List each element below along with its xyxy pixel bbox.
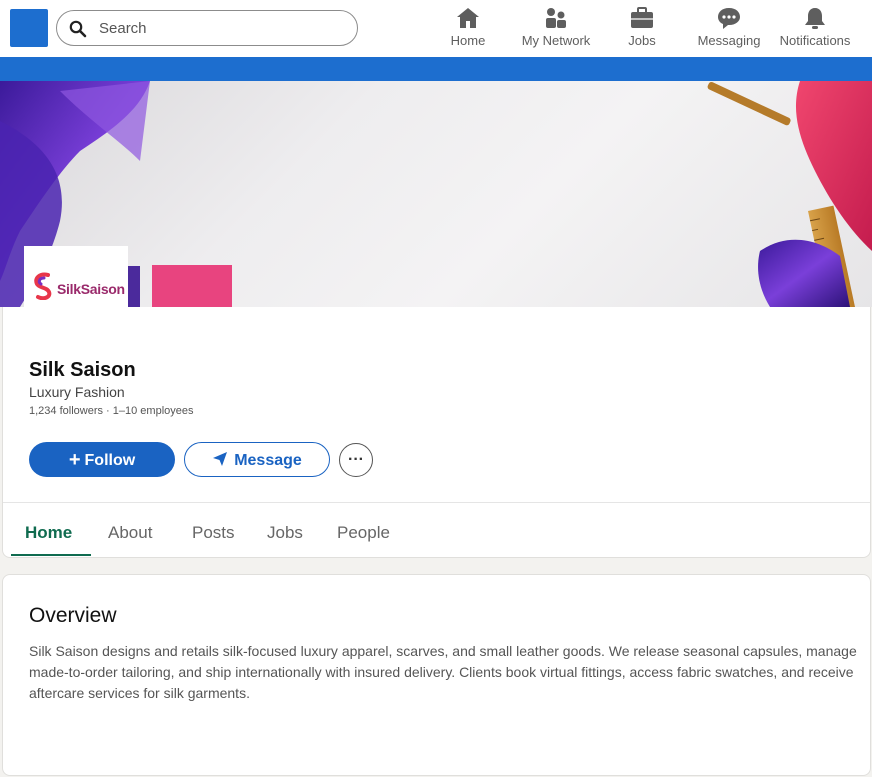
- company-logo[interactable]: SilkSaison: [24, 246, 128, 308]
- company-profile-card: Silk Saison Luxury Fashion 1,234 followe…: [2, 307, 871, 558]
- company-name: Silk Saison: [29, 359, 136, 381]
- nav-jobs-label: Jobs: [628, 33, 656, 48]
- nav-notifications[interactable]: Notifications: [776, 6, 854, 52]
- message-label: Message: [234, 452, 302, 469]
- search-input[interactable]: [99, 17, 339, 39]
- plus-icon: +: [68, 449, 81, 471]
- top-navigation: Home My Network Jobs Messaging: [0, 0, 872, 57]
- company-meta: 1,234 followers · 1–10 employees: [29, 405, 194, 417]
- tab-jobs[interactable]: Jobs: [267, 523, 303, 543]
- more-options-button[interactable]: ···: [339, 443, 373, 477]
- nav-my-network[interactable]: My Network: [518, 6, 594, 52]
- tab-people[interactable]: People: [337, 523, 390, 543]
- app-logo[interactable]: [10, 9, 48, 47]
- search-box[interactable]: [56, 10, 358, 46]
- follow-label: Follow: [84, 452, 136, 469]
- tab-posts[interactable]: Posts: [192, 523, 235, 543]
- card-divider: [3, 502, 870, 503]
- nav-jobs[interactable]: Jobs: [622, 6, 662, 52]
- nav-my-network-label: My Network: [521, 33, 591, 48]
- cover-image: [0, 81, 872, 307]
- brand-bar: [0, 57, 872, 81]
- nav-home[interactable]: Home: [448, 6, 488, 52]
- tab-about[interactable]: About: [108, 523, 152, 543]
- nav-messaging-label: Messaging: [697, 33, 761, 48]
- bell-icon: [805, 8, 825, 29]
- nav-notifications-label: Notifications: [779, 33, 851, 48]
- active-tab-indicator: [11, 554, 91, 556]
- cover-banner: [0, 81, 872, 307]
- more-icon: ···: [348, 451, 364, 468]
- nav-home-label: Home: [450, 33, 486, 48]
- send-icon: [213, 452, 228, 466]
- briefcase-icon: [631, 7, 653, 28]
- company-tagline: Luxury Fashion: [29, 384, 125, 400]
- nav-messaging[interactable]: Messaging: [696, 6, 762, 52]
- company-logo-text: SilkSaison: [57, 281, 125, 297]
- tab-home[interactable]: Home: [25, 523, 72, 543]
- silk-swirl-icon: [34, 272, 52, 300]
- follow-button[interactable]: + Follow: [29, 442, 175, 477]
- chat-icon: [718, 8, 740, 29]
- search-icon: [69, 20, 87, 38]
- overview-title: Overview: [29, 604, 117, 627]
- network-icon: [546, 8, 566, 28]
- overview-section: Overview Silk Saison designs and retails…: [2, 574, 871, 776]
- overview-text: Silk Saison designs and retails silk-foc…: [29, 643, 857, 701]
- home-icon: [457, 8, 479, 28]
- message-button[interactable]: Message: [184, 442, 330, 477]
